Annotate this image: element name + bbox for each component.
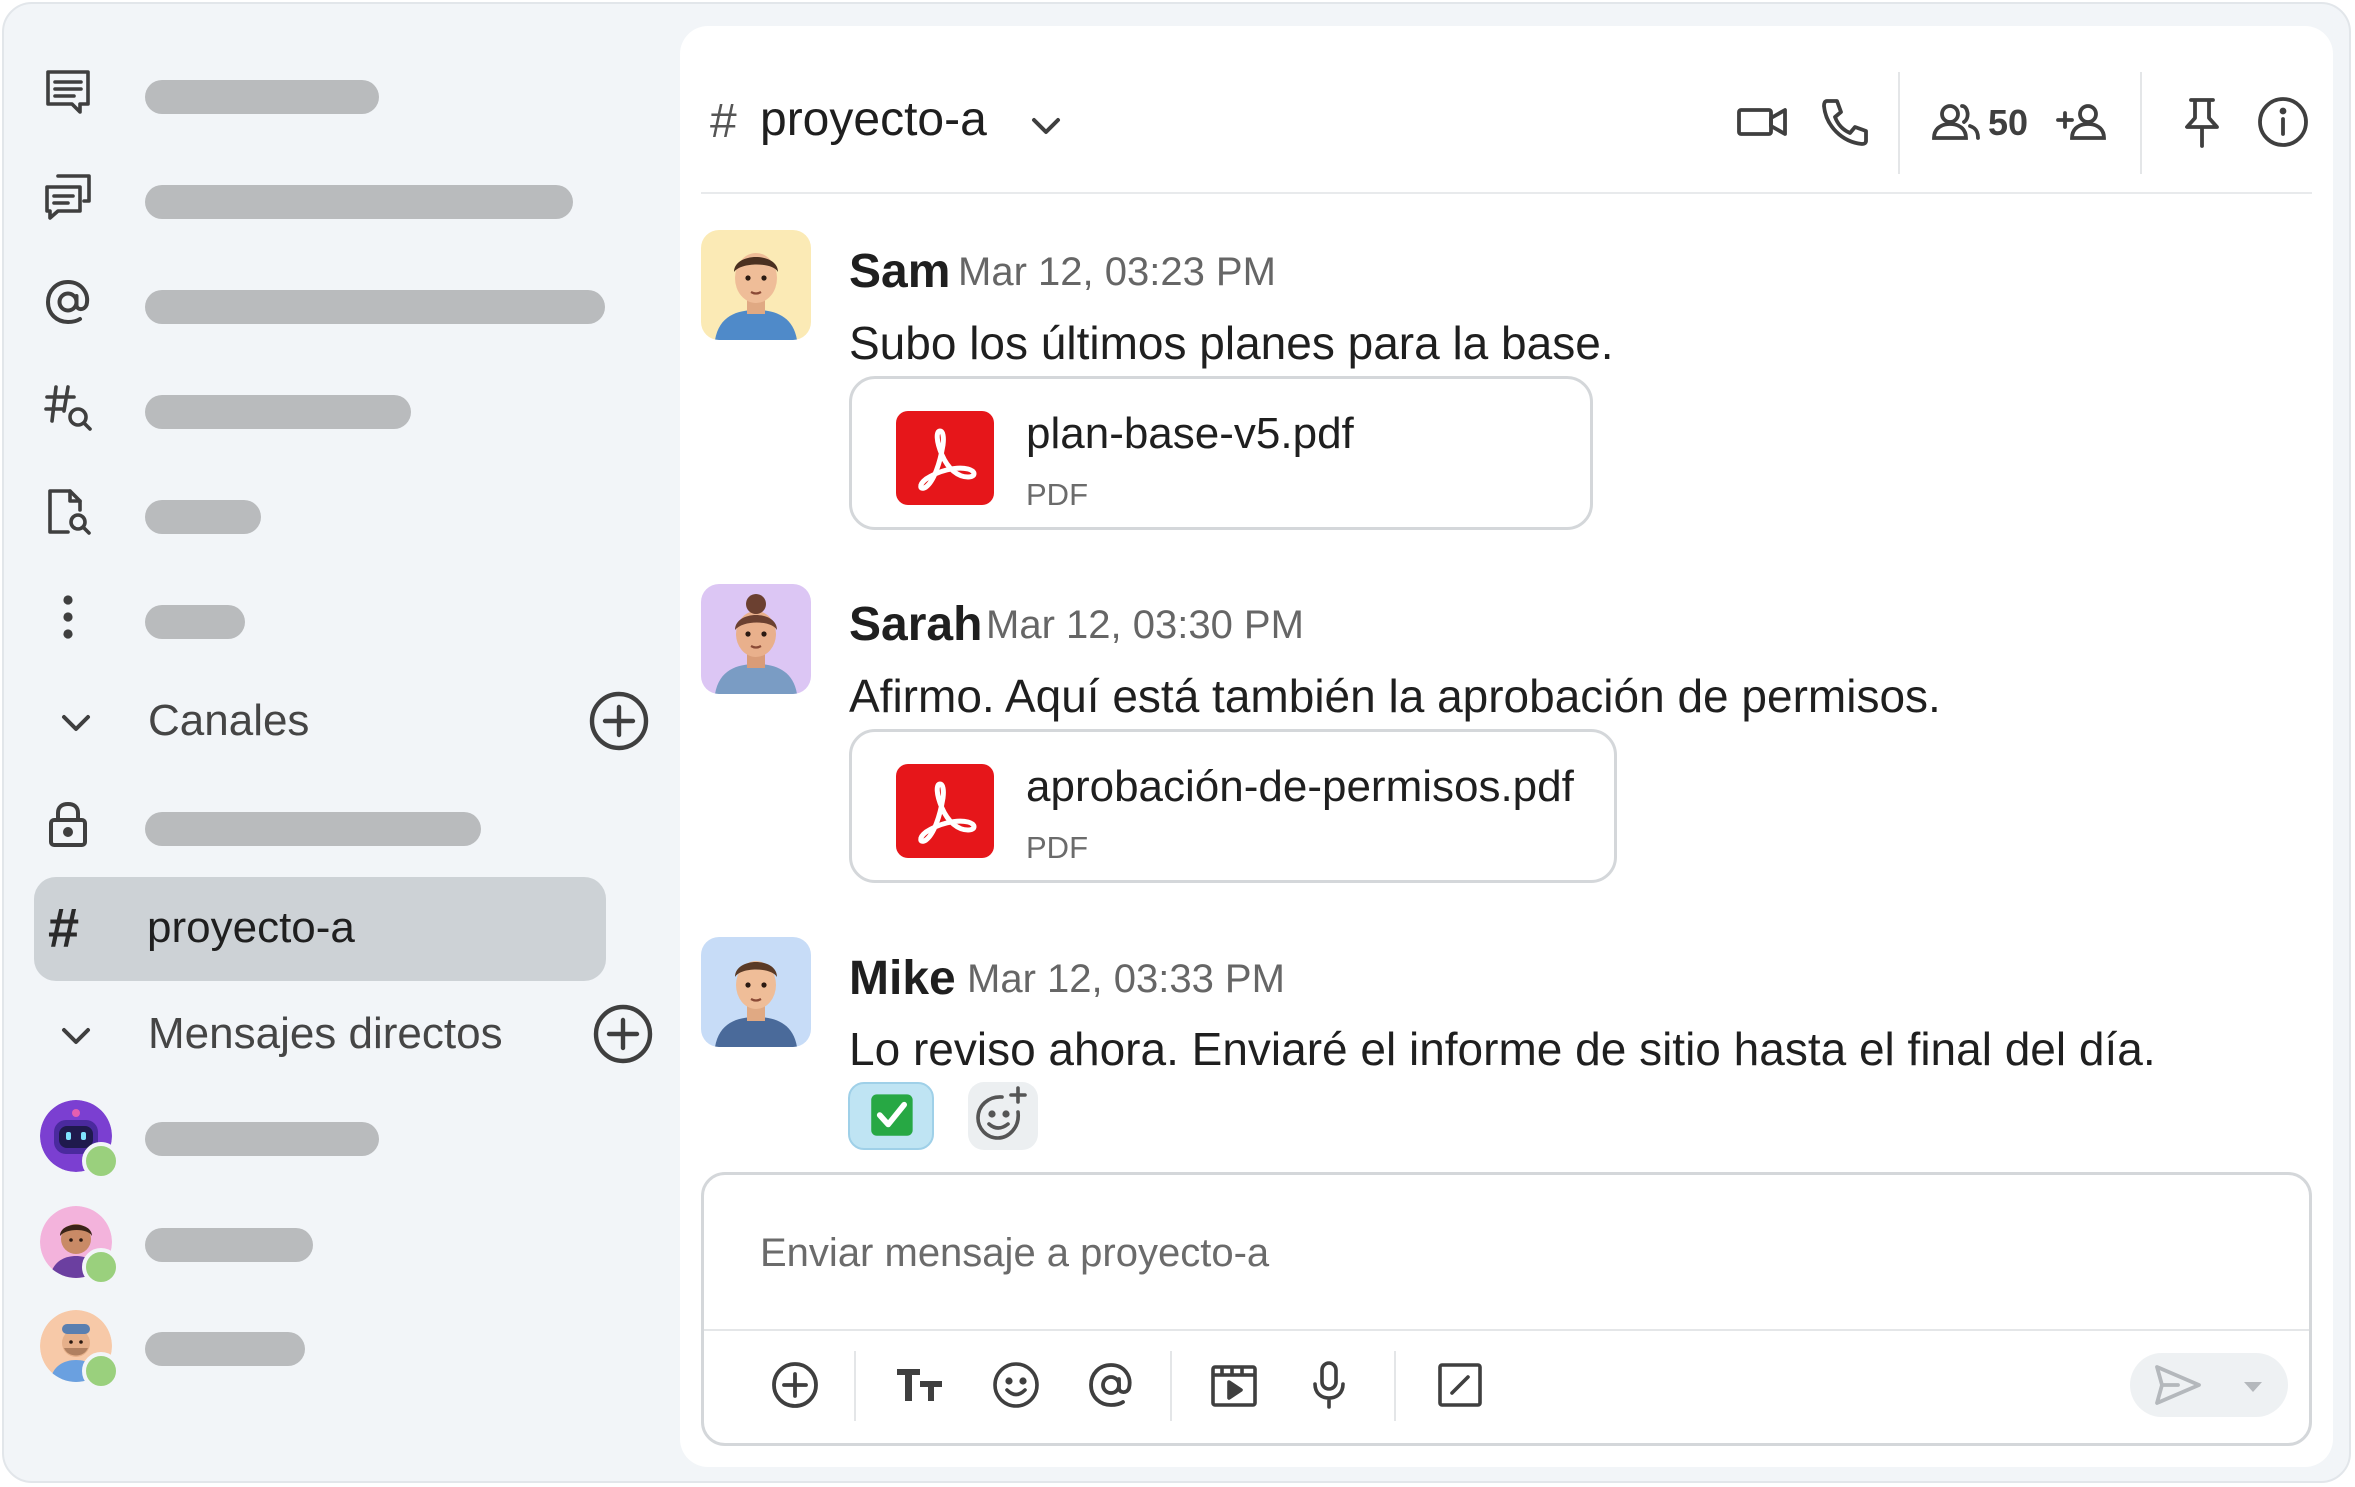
phone-icon[interactable] <box>1817 94 1873 150</box>
message-author[interactable]: Sarah <box>849 597 982 652</box>
microphone-icon[interactable] <box>1301 1357 1357 1413</box>
sidebar-item-more[interactable] <box>4 577 674 657</box>
placeholder-bar <box>145 1332 305 1366</box>
message-input[interactable]: Enviar mensaje a proyecto-a <box>760 1231 1269 1276</box>
add-channel-icon[interactable] <box>588 690 650 752</box>
info-icon[interactable] <box>2255 94 2311 150</box>
file-type: PDF <box>1026 477 1088 512</box>
slash-command-icon[interactable] <box>1432 1357 1488 1413</box>
pdf-icon <box>896 411 994 505</box>
threads-icon <box>42 66 94 118</box>
message-text: Subo los últimos planes para la base. <box>849 317 1614 369</box>
dm-item-bot[interactable] <box>4 1100 674 1190</box>
channel-hash-icon: # <box>48 896 80 959</box>
message-timestamp: Mar 12, 03:23 PM <box>958 250 1276 294</box>
browse-channels-icon <box>42 381 94 433</box>
toolbar-separator <box>1394 1351 1396 1421</box>
message-text: Afirmo. Aquí está también la aprobación … <box>849 670 1941 722</box>
add-dm-icon[interactable] <box>592 1003 654 1065</box>
check-mark-reaction[interactable] <box>848 1082 934 1150</box>
mike-avatar[interactable] <box>701 937 811 1047</box>
placeholder-bar <box>145 185 573 219</box>
dm-section-label: Mensajes directos <box>148 1009 503 1058</box>
sidebar-item-browse-channels[interactable] <box>4 367 674 447</box>
placeholder-bar <box>145 80 379 114</box>
sarah-avatar[interactable] <box>701 584 811 694</box>
channels-section-label: Canales <box>148 696 310 745</box>
sidebar-item-mentions[interactable] <box>4 262 674 342</box>
online-status-dot <box>82 1142 120 1180</box>
header-separator <box>1898 72 1900 174</box>
message-text: Lo reviso ahora. Enviaré el informe de s… <box>849 1023 2156 1075</box>
placeholder-bar <box>145 500 261 534</box>
message-timestamp: Mar 12, 03:30 PM <box>986 603 1304 647</box>
formatting-icon[interactable] <box>892 1357 948 1413</box>
header-separator <box>2140 72 2142 174</box>
placeholder-bar <box>145 1228 313 1262</box>
emoji-icon[interactable] <box>988 1357 1044 1413</box>
dm-section-header[interactable]: Mensajes directos <box>4 992 674 1072</box>
pin-icon[interactable] <box>2174 94 2230 150</box>
members-icon[interactable] <box>1928 94 1984 150</box>
chevron-down-icon[interactable] <box>1024 104 1068 148</box>
add-member-icon[interactable] <box>2054 94 2110 150</box>
file-name: plan-base-v5.pdf <box>1026 409 1354 458</box>
file-attachment[interactable]: plan-base-v5.pdf PDF <box>849 376 1593 530</box>
sidebar-channel-active[interactable]: # proyecto-a <box>34 877 606 981</box>
toolbar-separator <box>854 1351 856 1421</box>
toolbar-separator <box>1170 1351 1172 1421</box>
app-window: Canales # proyecto-a Mensajes directos #… <box>2 2 2351 1483</box>
placeholder-bar <box>145 395 411 429</box>
placeholder-bar <box>145 605 245 639</box>
chevron-down-icon[interactable] <box>54 701 98 745</box>
file-type: PDF <box>1026 830 1088 865</box>
message-author[interactable]: Mike <box>849 951 956 1006</box>
send-button-group[interactable] <box>2130 1353 2288 1417</box>
mention-icon[interactable] <box>1083 1357 1139 1413</box>
channel-name: proyecto-a <box>147 903 355 952</box>
files-search-icon <box>42 486 94 538</box>
placeholder-bar <box>145 290 605 324</box>
mentions-icon <box>42 276 94 328</box>
sam-avatar[interactable] <box>701 230 811 340</box>
channel-hash-icon: # <box>710 95 737 148</box>
online-status-dot <box>82 1248 120 1286</box>
placeholder-bar <box>145 1122 379 1156</box>
dm-item-user-2[interactable] <box>4 1206 674 1296</box>
file-attachment[interactable]: aprobación-de-permisos.pdf PDF <box>849 729 1617 883</box>
sidebar-channel-private[interactable] <box>4 784 674 864</box>
online-status-dot <box>82 1352 120 1390</box>
send-options-chevron-icon[interactable] <box>2238 1371 2268 1401</box>
gif-icon[interactable] <box>1206 1357 1262 1413</box>
message-composer[interactable]: Enviar mensaje a proyecto-a <box>701 1172 2312 1446</box>
placeholder-bar <box>145 812 481 846</box>
header-divider <box>701 192 2312 194</box>
chevron-down-icon[interactable] <box>54 1014 98 1058</box>
sidebar-item-conversations[interactable] <box>4 157 674 237</box>
dm-item-user-3[interactable] <box>4 1310 674 1400</box>
message-author[interactable]: Sam <box>849 244 950 299</box>
sidebar-item-files[interactable] <box>4 472 674 552</box>
add-reaction-icon[interactable] <box>968 1082 1038 1150</box>
sidebar-item-threads[interactable] <box>4 52 674 132</box>
conversations-icon <box>42 171 94 223</box>
more-icon <box>42 591 94 643</box>
video-icon[interactable] <box>1734 94 1790 150</box>
lock-icon <box>42 798 94 850</box>
channel-panel: # proyecto-a 50 Sam Mar 12, 03:23 PM Sub… <box>680 26 2333 1467</box>
channels-section-header[interactable]: Canales <box>4 679 674 759</box>
composer-divider <box>704 1329 2309 1331</box>
channel-title[interactable]: proyecto-a <box>760 92 987 147</box>
add-icon[interactable] <box>767 1357 823 1413</box>
pdf-icon <box>896 764 994 858</box>
message-timestamp: Mar 12, 03:33 PM <box>967 957 1285 1001</box>
send-icon[interactable] <box>2152 1361 2204 1409</box>
member-count[interactable]: 50 <box>1988 102 2028 144</box>
file-name: aprobación-de-permisos.pdf <box>1026 762 1574 811</box>
